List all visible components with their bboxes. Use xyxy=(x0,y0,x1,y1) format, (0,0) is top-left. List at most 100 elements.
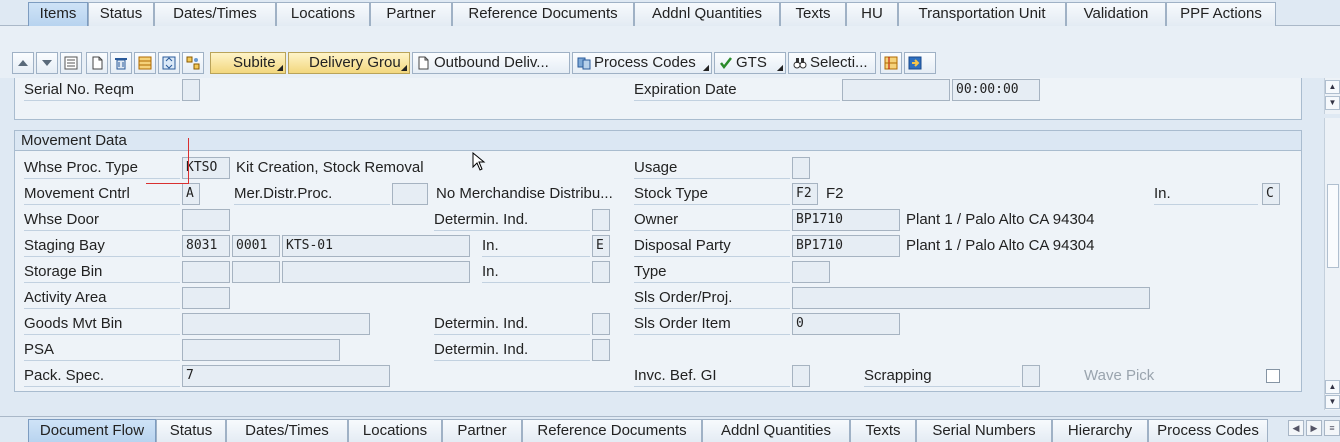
psa-determin-ind-field[interactable] xyxy=(592,339,610,361)
tab-addnl-quantities[interactable]: Addnl Quantities xyxy=(634,2,780,26)
tab-dates-times[interactable]: Dates/Times xyxy=(154,2,276,26)
tab-transportation-unit[interactable]: Transportation Unit xyxy=(898,2,1066,26)
stock-in-field[interactable]: C xyxy=(1262,183,1280,205)
sls-order-item-label: Sls Order Item xyxy=(634,313,790,335)
storage-bin-in-label: In. xyxy=(482,261,590,283)
tab-scroll-left-button[interactable]: ◀ xyxy=(1288,420,1304,436)
staging-bay-field[interactable]: KTS-01 xyxy=(282,235,470,257)
layout-button[interactable] xyxy=(880,52,902,74)
psa-determin-ind-label: Determin. Ind. xyxy=(434,339,590,361)
pack-spec-field[interactable]: 7 xyxy=(182,365,390,387)
psa-field[interactable] xyxy=(182,339,340,361)
movement-data-header: Movement Data xyxy=(15,131,1301,151)
pack-spec-label: Pack. Spec. xyxy=(24,365,180,387)
trash-icon xyxy=(115,58,127,70)
whse-door-field[interactable] xyxy=(182,209,230,231)
tab-hierarchy[interactable]: Hierarchy xyxy=(1052,419,1148,442)
type-field[interactable] xyxy=(792,261,830,283)
marker-line-vertical xyxy=(188,138,189,184)
tab-bottom-dates-times[interactable]: Dates/Times xyxy=(226,419,348,442)
tab-bottom-status[interactable]: Status xyxy=(156,419,226,442)
storage-bin-field[interactable] xyxy=(282,261,470,283)
staging-in-field[interactable]: E xyxy=(592,235,610,257)
storage-bin-warehouse-field[interactable] xyxy=(182,261,230,283)
storage-bin-in-field[interactable] xyxy=(592,261,610,283)
upper-scroll-down-button[interactable]: ▼ xyxy=(1325,96,1340,110)
delivery-group-button[interactable]: Delivery Grou ◢ xyxy=(288,52,410,74)
usage-label: Usage xyxy=(634,157,790,179)
mer-distr-proc-field[interactable] xyxy=(392,183,428,205)
tab-hu[interactable]: HU xyxy=(846,2,898,26)
export-button[interactable] xyxy=(904,52,936,74)
type-label: Type xyxy=(634,261,790,283)
tab-document-flow[interactable]: Document Flow xyxy=(28,419,156,442)
tab-bottom-texts[interactable]: Texts xyxy=(850,419,916,442)
gts-check-icon xyxy=(720,57,732,70)
sls-order-item-field[interactable]: 0 xyxy=(792,313,900,335)
scroll-up-button[interactable] xyxy=(12,52,34,74)
create-button[interactable] xyxy=(86,52,108,74)
marker-line-horizontal xyxy=(146,183,188,184)
scrapping-field[interactable] xyxy=(1022,365,1040,387)
storage-bin-type-field[interactable] xyxy=(232,261,280,283)
tab-locations[interactable]: Locations xyxy=(276,2,370,26)
tab-reference-documents[interactable]: Reference Documents xyxy=(452,2,634,26)
scroll-down-button[interactable] xyxy=(36,52,58,74)
triangle-down-icon: ▼ xyxy=(1328,98,1337,107)
usage-field[interactable] xyxy=(792,157,810,179)
select-all-button[interactable] xyxy=(134,52,156,74)
selection-button[interactable]: Selecti... xyxy=(788,52,876,74)
main-scroll-down-button[interactable]: ▼ xyxy=(1325,395,1340,409)
owner-field[interactable]: BP1710 xyxy=(792,209,900,231)
expand-icon xyxy=(162,56,176,70)
tab-items[interactable]: Items xyxy=(28,2,88,26)
tab-scroll-right-button[interactable]: ▶ xyxy=(1306,420,1322,436)
activity-area-field[interactable] xyxy=(182,287,230,309)
tab-bottom-partner[interactable]: Partner xyxy=(442,419,522,442)
staging-bay-warehouse-field[interactable]: 8031 xyxy=(182,235,230,257)
gts-button[interactable]: GTS ◢ xyxy=(714,52,786,74)
staging-bay-label: Staging Bay xyxy=(24,235,180,257)
main-scroll-up-button[interactable]: ▲ xyxy=(1325,380,1340,394)
whse-proc-type-field[interactable]: KTSO xyxy=(182,157,230,179)
tab-texts[interactable]: Texts xyxy=(780,2,846,26)
expand-collapse-button[interactable] xyxy=(158,52,180,74)
subitem-button[interactable]: Subite ◢ xyxy=(210,52,286,74)
stock-type-field[interactable]: F2 xyxy=(792,183,818,205)
tab-validation[interactable]: Validation xyxy=(1066,2,1166,26)
dropdown-caret-icon: ◢ xyxy=(400,63,407,72)
sls-order-proj-field[interactable] xyxy=(792,287,1150,309)
dropdown-caret-icon: ◢ xyxy=(776,63,783,72)
tab-bottom-reference-documents[interactable]: Reference Documents xyxy=(522,419,702,442)
details-button[interactable] xyxy=(60,52,82,74)
expiration-date-field[interactable] xyxy=(842,79,950,101)
expiration-time-field[interactable]: 00:00:00 xyxy=(952,79,1040,101)
upper-scroll-up-button[interactable]: ▲ xyxy=(1325,80,1340,94)
tab-list-button[interactable]: ≡ xyxy=(1324,420,1340,436)
tab-bottom-process-codes[interactable]: Process Codes xyxy=(1148,419,1268,442)
goods-mvt-determin-ind-field[interactable] xyxy=(592,313,610,335)
invc-bef-gi-field[interactable] xyxy=(792,365,810,387)
whse-door-determin-ind-field[interactable] xyxy=(592,209,610,231)
dropdown-caret-icon: ◢ xyxy=(276,63,283,72)
detail-list-icon xyxy=(64,56,78,70)
staging-bay-area-field[interactable]: 0001 xyxy=(232,235,280,257)
triangle-right-icon: ▶ xyxy=(1310,423,1318,433)
movement-cntrl-field[interactable]: A xyxy=(182,183,200,205)
dropdown-caret-icon: ◢ xyxy=(702,63,709,72)
main-scrollbar-thumb[interactable] xyxy=(1327,184,1339,268)
process-codes-button[interactable]: Process Codes ◢ xyxy=(572,52,712,74)
outbound-delivery-button[interactable]: Outbound Deliv... xyxy=(412,52,570,74)
hierarchy-button[interactable] xyxy=(182,52,204,74)
tab-status[interactable]: Status xyxy=(88,2,154,26)
wave-pick-checkbox[interactable] xyxy=(1266,369,1280,383)
serial-no-reqm-field[interactable] xyxy=(182,79,200,101)
tab-bottom-locations[interactable]: Locations xyxy=(348,419,442,442)
tab-ppf-actions[interactable]: PPF Actions xyxy=(1166,2,1276,26)
tab-partner[interactable]: Partner xyxy=(370,2,452,26)
goods-mvt-bin-field[interactable] xyxy=(182,313,370,335)
tab-serial-numbers[interactable]: Serial Numbers xyxy=(916,419,1052,442)
delete-button[interactable] xyxy=(110,52,132,74)
tab-bottom-addnl-quantities[interactable]: Addnl Quantities xyxy=(702,419,850,442)
disposal-party-field[interactable]: BP1710 xyxy=(792,235,900,257)
